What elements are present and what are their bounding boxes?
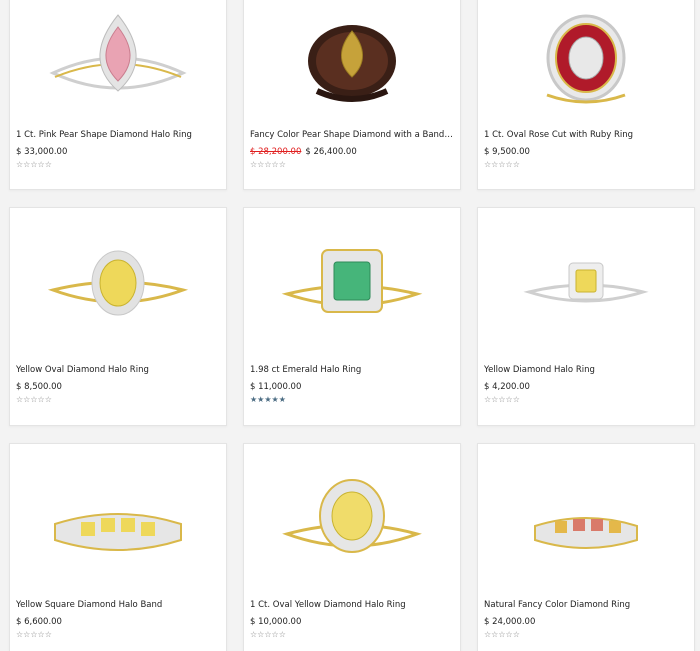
product-title[interactable]: Yellow Diamond Halo Ring <box>484 365 688 375</box>
product-card[interactable]: 1.98 ct Emerald Halo Ring $ 11,000.00 ★★… <box>243 207 461 426</box>
product-grid: 1 Ct. Pink Pear Shape Diamond Halo Ring … <box>0 0 700 651</box>
product-image[interactable] <box>10 208 226 358</box>
ring-image <box>49 14 187 92</box>
rating-stars: ☆☆☆☆☆ <box>484 630 520 639</box>
product-price: $ 8,500.00 <box>16 382 62 392</box>
rating-stars: ★★★★★ <box>250 395 286 404</box>
original-price: $ 28,200.00 <box>250 147 302 157</box>
rating-stars: ☆☆☆☆☆ <box>484 160 520 169</box>
product-card[interactable]: 1 Ct. Oval Rose Cut with Ruby Ring $ 9,5… <box>477 0 695 190</box>
product-image[interactable] <box>10 0 226 117</box>
ring-image <box>534 517 638 549</box>
product-price: $ 28,200.00 $ 26,400.00 <box>250 147 357 157</box>
ring-image <box>282 479 422 553</box>
product-title[interactable]: Yellow Square Diamond Halo Band <box>16 600 220 610</box>
product-image[interactable] <box>478 444 694 594</box>
sale-price: $ 26,400.00 <box>305 147 357 157</box>
ring-image <box>281 249 423 313</box>
product-image[interactable] <box>478 0 694 117</box>
product-title[interactable]: Fancy Color Pear Shape Diamond with a Ba… <box>250 130 454 140</box>
rating-stars: ☆☆☆☆☆ <box>16 630 52 639</box>
ring-image <box>308 25 396 102</box>
product-price: $ 11,000.00 <box>250 382 302 392</box>
product-title[interactable]: 1.98 ct Emerald Halo Ring <box>250 365 454 375</box>
rating-stars: ☆☆☆☆☆ <box>484 395 520 404</box>
product-card[interactable]: Natural Fancy Color Diamond Ring $ 24,00… <box>477 443 695 651</box>
product-image[interactable] <box>244 0 460 117</box>
product-title[interactable]: 1 Ct. Pink Pear Shape Diamond Halo Ring <box>16 130 220 140</box>
product-image[interactable] <box>244 208 460 358</box>
product-price: $ 10,000.00 <box>250 617 302 627</box>
product-price: $ 9,500.00 <box>484 147 530 157</box>
ring-image <box>523 262 649 303</box>
product-price: $ 33,000.00 <box>16 147 68 157</box>
product-title[interactable]: Yellow Oval Diamond Halo Ring <box>16 365 220 375</box>
product-card[interactable]: 1 Ct. Oval Yellow Diamond Halo Ring $ 10… <box>243 443 461 651</box>
rating-stars: ☆☆☆☆☆ <box>250 630 286 639</box>
product-card[interactable]: Fancy Color Pear Shape Diamond with a Ba… <box>243 0 461 190</box>
product-card[interactable]: Yellow Square Diamond Halo Band $ 6,600.… <box>9 443 227 651</box>
rating-stars: ☆☆☆☆☆ <box>250 160 286 169</box>
product-title[interactable]: Natural Fancy Color Diamond Ring <box>484 600 688 610</box>
product-price: $ 24,000.00 <box>484 617 536 627</box>
product-image[interactable] <box>10 444 226 594</box>
ring-image <box>54 513 182 551</box>
ring-image <box>546 14 626 104</box>
product-price: $ 6,600.00 <box>16 617 62 627</box>
product-price: $ 4,200.00 <box>484 382 530 392</box>
rating-stars: ☆☆☆☆☆ <box>16 395 52 404</box>
product-card[interactable]: 1 Ct. Pink Pear Shape Diamond Halo Ring … <box>9 0 227 190</box>
product-image[interactable] <box>244 444 460 594</box>
product-title[interactable]: 1 Ct. Oval Yellow Diamond Halo Ring <box>250 600 454 610</box>
product-title[interactable]: 1 Ct. Oval Rose Cut with Ruby Ring <box>484 130 688 140</box>
ring-image <box>47 250 189 316</box>
rating-stars: ☆☆☆☆☆ <box>16 160 52 169</box>
product-image[interactable] <box>478 208 694 358</box>
product-card[interactable]: Yellow Diamond Halo Ring $ 4,200.00 ☆☆☆☆… <box>477 207 695 426</box>
product-card[interactable]: Yellow Oval Diamond Halo Ring $ 8,500.00… <box>9 207 227 426</box>
